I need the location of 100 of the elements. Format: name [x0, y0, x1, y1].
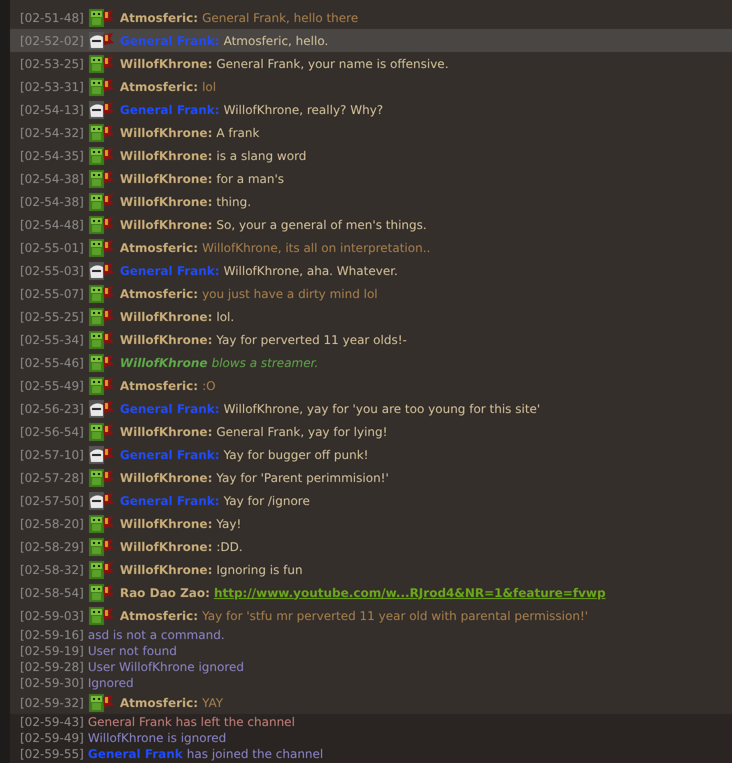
timestamp: [02-59-43] [20, 714, 84, 731]
username: Atmosferic: [120, 378, 198, 394]
monster-face-icon [88, 54, 114, 74]
monster-face-icon [88, 76, 114, 96]
username: WillofKhrone: [120, 424, 212, 440]
timestamp: [02-51-48] [20, 10, 84, 26]
username: WillofKhrone: [120, 470, 212, 486]
username: Atmosferic: [120, 240, 198, 256]
message-text: Yay for 'stfu mr perverted 11 year old with parental permission!' [202, 608, 588, 624]
username: Atmosferic: [120, 10, 198, 26]
timestamp: [02-55-07] [20, 286, 84, 302]
timestamp: [02-59-32] [20, 694, 84, 712]
monster-face-icon [88, 422, 114, 442]
monster-face-icon [88, 582, 114, 602]
message-text: General Frank, hello there [202, 10, 358, 26]
monster-face-icon [88, 192, 114, 212]
monster-face-icon [88, 146, 114, 166]
username: WillofKhrone: [120, 538, 212, 556]
timestamp: [02-53-31] [20, 78, 84, 96]
timestamp: [02-54-32] [20, 124, 84, 142]
timestamp: [02-58-20] [20, 516, 84, 532]
username: Atmosferic: [120, 286, 198, 302]
message-text: A frank [216, 124, 260, 142]
username: WillofKhrone: [120, 308, 212, 326]
username: General Frank [88, 746, 183, 763]
monster-face-icon [88, 376, 114, 396]
timestamp: [02-55-01] [20, 240, 84, 256]
monster-face-icon [88, 306, 114, 326]
timestamp: [02-54-35] [20, 148, 84, 164]
timestamp: [02-54-38] [20, 170, 84, 188]
timestamp: [02-58-32] [20, 562, 84, 578]
helmet-face-icon [88, 398, 114, 418]
timestamp: [02-55-25] [20, 308, 84, 326]
message-text: thing. [216, 194, 252, 210]
helmet-face-icon [88, 260, 114, 280]
monster-face-icon [88, 168, 114, 188]
helmet-face-icon [88, 490, 114, 510]
timestamp: [02-59-30] [20, 675, 84, 692]
username: WillofKhrone: [120, 170, 212, 188]
message-text: :O [202, 378, 216, 394]
message-text: General Frank, yay for lying! [216, 424, 388, 440]
message-text: Yay for 'Parent perimmision!' [216, 470, 389, 486]
message-text: lol [202, 78, 216, 96]
message-text: lol. [216, 308, 234, 326]
monster-face-icon [88, 284, 114, 304]
timestamp: [02-58-29] [20, 538, 84, 556]
monster-face-icon [88, 8, 114, 28]
message-text: User WillofKhrone ignored [88, 659, 244, 676]
username: WillofKhrone: [120, 516, 212, 532]
helmet-face-icon [88, 30, 114, 50]
timestamp: [02-59-28] [20, 659, 84, 676]
message-text: WillofKhrone, aha. Whatever. [224, 262, 398, 280]
message-text: User not found [88, 643, 177, 660]
message-text: Ignoring is fun [216, 562, 303, 578]
helmet-face-icon [88, 100, 114, 120]
username: WillofKhrone [120, 354, 208, 372]
timestamp: [02-59-55] [20, 746, 84, 763]
username: Atmosferic: [120, 694, 198, 712]
timestamp: [02-58-54] [20, 584, 84, 602]
monster-face-icon [88, 560, 114, 580]
message-text: Yay for /ignore [224, 492, 310, 510]
username: General Frank: [120, 446, 220, 464]
message-text: has joined the channel [186, 746, 324, 763]
timestamp: [02-55-34] [20, 332, 84, 348]
username: WillofKhrone: [120, 216, 212, 234]
message-link[interactable]: http://www.youtube.com/w...RJrod4&NR=1&feature=fvwp [214, 584, 606, 602]
username: General Frank: [120, 492, 220, 510]
username: WillofKhrone: [120, 56, 212, 72]
timestamp: [02-56-54] [20, 424, 84, 440]
message-text: WillofKhrone, its all on interpretation.. [202, 240, 430, 256]
username: WillofKhrone: [120, 148, 212, 164]
message-text: WillofKhrone, yay for 'you are too young for this site' [224, 400, 540, 418]
timestamp: [02-52-02] [20, 32, 84, 50]
monster-face-icon [88, 468, 114, 488]
username: General Frank: [120, 32, 220, 50]
message-text: Atmosferic, hello. [224, 32, 328, 50]
message-text: for a man's [216, 170, 284, 188]
message-text: Yay! [216, 516, 242, 532]
timestamp: [02-55-46] [20, 354, 84, 372]
message-text: So, your a general of men's things. [216, 216, 427, 234]
message-text: you just have a dirty mind lol [202, 286, 378, 302]
message-text: General Frank has left the channel [88, 714, 295, 731]
timestamp: [02-59-19] [20, 643, 84, 660]
timestamp: [02-59-49] [20, 730, 84, 747]
monster-face-icon [88, 238, 114, 258]
username: WillofKhrone: [120, 562, 212, 578]
helmet-face-icon [88, 444, 114, 464]
monster-face-icon [88, 122, 114, 142]
username: Rao Dao Zao: [120, 584, 210, 602]
timestamp: [02-54-13] [20, 102, 84, 118]
message-text: Ignored [88, 675, 134, 692]
timestamp: [02-53-25] [20, 56, 84, 72]
message-text: General Frank, your name is offensive. [216, 56, 449, 72]
timestamp: [02-55-49] [20, 378, 84, 394]
timestamp: [02-56-23] [20, 400, 84, 418]
timestamp: [02-57-28] [20, 470, 84, 486]
username: General Frank: [120, 262, 220, 280]
message-text: is a slang word [216, 148, 306, 164]
timestamp: [02-57-50] [20, 492, 84, 510]
monster-face-icon [88, 214, 114, 234]
